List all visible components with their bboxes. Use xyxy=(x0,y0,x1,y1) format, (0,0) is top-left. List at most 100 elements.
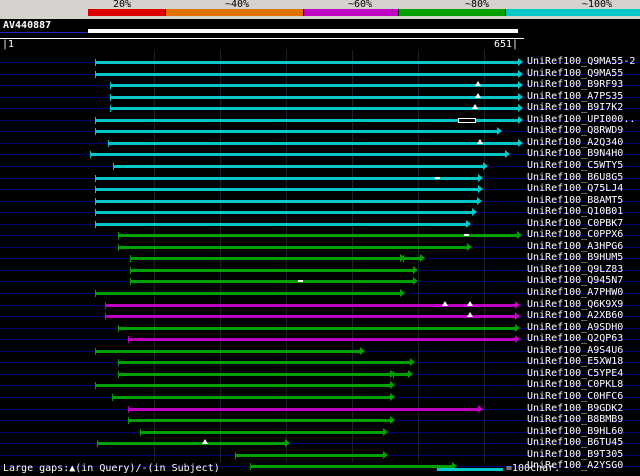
hit-arrow-right-icon xyxy=(285,439,290,447)
hit-label-link[interactable]: UniRef100_Q945N7 xyxy=(527,276,623,286)
hit-bar[interactable] xyxy=(95,119,518,122)
hit-start-cap xyxy=(110,105,111,112)
hit-arrow-right-icon xyxy=(483,162,488,170)
hit-bar[interactable] xyxy=(393,373,408,376)
hit-label-link[interactable]: UniRef100_C0PPX6 xyxy=(527,230,623,240)
hit-start-cap xyxy=(113,163,114,170)
hit-label-link[interactable]: UniRef100_A9S4U6 xyxy=(527,346,623,356)
hit-label-link[interactable]: UniRef100_A3HPG6 xyxy=(527,242,623,252)
gap-in-query-marker-icon xyxy=(475,93,481,98)
hit-arrow-right-icon xyxy=(497,127,502,135)
hit-label-link[interactable]: UniRef100_A7PS35 xyxy=(527,92,623,102)
hit-bar[interactable] xyxy=(105,304,515,307)
hit-bar[interactable] xyxy=(118,327,515,330)
hit-bar[interactable] xyxy=(118,373,390,376)
hit-bar[interactable] xyxy=(95,177,478,180)
hit-start-cap xyxy=(118,325,119,332)
hit-label-link[interactable]: UniRef100_B9HL60 xyxy=(527,427,623,437)
hit-label-link[interactable]: UniRef100_B9GDK2 xyxy=(527,404,623,414)
hit-label-link[interactable]: UniRef100_Q2QP63 xyxy=(527,334,623,344)
hit-label-link[interactable]: UniRef100_Q9MA55-2 xyxy=(527,57,635,67)
hit-label-link[interactable]: UniRef100_UPI000.. xyxy=(527,115,635,125)
hit-bar[interactable] xyxy=(95,200,477,203)
hit-bar[interactable] xyxy=(130,257,400,260)
hit-label-link[interactable]: UniRef100_B6U8G5 xyxy=(527,173,623,183)
hit-label-link[interactable]: UniRef100_B8BMB9 xyxy=(527,415,623,425)
hit-arrow-right-icon xyxy=(515,301,520,309)
hit-bar[interactable] xyxy=(118,361,410,364)
hit-bar[interactable] xyxy=(235,454,383,457)
hit-label-link[interactable]: UniRef100_E5XW18 xyxy=(527,357,623,367)
gap-in-query-marker-icon xyxy=(472,104,478,109)
hit-bar[interactable] xyxy=(90,153,505,156)
hit-bar[interactable] xyxy=(95,350,360,353)
hit-arrow-right-icon xyxy=(472,208,477,216)
hit-bar[interactable] xyxy=(105,315,515,318)
hit-label-link[interactable]: UniRef100_B8AMT5 xyxy=(527,196,623,206)
gap-in-query-marker-icon xyxy=(475,81,481,86)
hit-label-link[interactable]: UniRef100_B9N4H0 xyxy=(527,149,623,159)
hit-start-cap xyxy=(118,244,119,251)
hit-bar[interactable] xyxy=(95,223,466,226)
hit-arrow-right-icon xyxy=(518,139,523,147)
hit-start-cap xyxy=(118,232,119,239)
hit-label-link[interactable]: UniRef100_B9HUM5 xyxy=(527,253,623,263)
hit-bar[interactable] xyxy=(108,142,518,145)
hit-label-link[interactable]: UniRef100_B9RF93 xyxy=(527,80,623,90)
hit-label-link[interactable]: UniRef100_A9SDH0 xyxy=(527,323,623,333)
hit-label-link[interactable]: UniRef100_C0PBK7 xyxy=(527,219,623,229)
hit-bar[interactable] xyxy=(128,338,515,341)
hit-bar[interactable] xyxy=(97,442,285,445)
hit-bar[interactable] xyxy=(110,84,518,87)
hit-bar[interactable] xyxy=(112,396,390,399)
hit-bar[interactable] xyxy=(95,292,400,295)
hit-start-cap xyxy=(95,221,96,228)
hit-label-link[interactable]: UniRef100_Q8RWD9 xyxy=(527,126,623,136)
hit-label-link[interactable]: UniRef100_Q10B01 xyxy=(527,207,623,217)
hit-bar[interactable] xyxy=(95,188,478,191)
hit-arrow-right-icon xyxy=(478,174,483,182)
hit-label-link[interactable]: UniRef100_A2XB60 xyxy=(527,311,623,321)
hit-arrow-right-icon xyxy=(477,197,482,205)
hit-label-link[interactable]: UniRef100_Q9MA55 xyxy=(527,69,623,79)
hit-bar[interactable] xyxy=(95,384,390,387)
hit-label-link[interactable]: UniRef100_Q6K9X9 xyxy=(527,300,623,310)
hit-bar[interactable] xyxy=(95,211,472,214)
hit-label-link[interactable]: UniRef100_A2Q340 xyxy=(527,138,623,148)
hit-label-link[interactable]: UniRef100_A7PHW0 xyxy=(527,288,623,298)
hit-label-link[interactable]: UniRef100_C0HFC6 xyxy=(527,392,623,402)
hit-label-link[interactable]: UniRef100_Q9LZ83 xyxy=(527,265,623,275)
hit-label-link[interactable]: UniRef100_C0PKL8 xyxy=(527,380,623,390)
hit-label-link[interactable]: UniRef100_C5WTY5 xyxy=(527,161,623,171)
hit-bar[interactable] xyxy=(118,234,517,237)
hit-arrow-right-icon xyxy=(517,231,522,239)
hit-bar[interactable] xyxy=(130,280,413,283)
hit-label-link[interactable]: UniRef100_B6TU45 xyxy=(527,438,623,448)
hit-bar[interactable] xyxy=(95,130,497,133)
hit-arrow-right-icon xyxy=(360,347,365,355)
hit-bar[interactable] xyxy=(95,61,518,64)
hit-bar[interactable] xyxy=(110,107,518,110)
hit-bar[interactable] xyxy=(113,165,483,168)
hit-arrow-right-icon xyxy=(383,451,388,459)
gap-in-query-marker-icon xyxy=(467,312,473,317)
hit-bar[interactable] xyxy=(130,269,413,272)
hit-label-link[interactable]: UniRef100_B9I7K2 xyxy=(527,103,623,113)
hit-start-cap xyxy=(95,117,96,124)
hit-bar[interactable] xyxy=(140,431,383,434)
hit-label-link[interactable]: UniRef100_C5YPE4 xyxy=(527,369,623,379)
hit-bar[interactable] xyxy=(128,419,390,422)
hit-label-link[interactable]: UniRef100_B9T305 xyxy=(527,450,623,460)
hit-bar[interactable] xyxy=(403,257,420,260)
hit-bar[interactable] xyxy=(95,73,518,76)
hit-bar[interactable] xyxy=(110,96,518,99)
hit-label-link[interactable]: UniRef100_Q75LJ4 xyxy=(527,184,623,194)
hit-arrow-right-icon xyxy=(518,81,523,89)
hit-bar[interactable] xyxy=(118,246,467,249)
hit-start-cap xyxy=(130,278,131,285)
hit-start-cap xyxy=(235,452,236,459)
hit-bar[interactable] xyxy=(128,408,478,411)
hit-bar[interactable] xyxy=(250,465,452,468)
hit-start-cap xyxy=(250,463,251,470)
hit-start-cap xyxy=(130,267,131,274)
